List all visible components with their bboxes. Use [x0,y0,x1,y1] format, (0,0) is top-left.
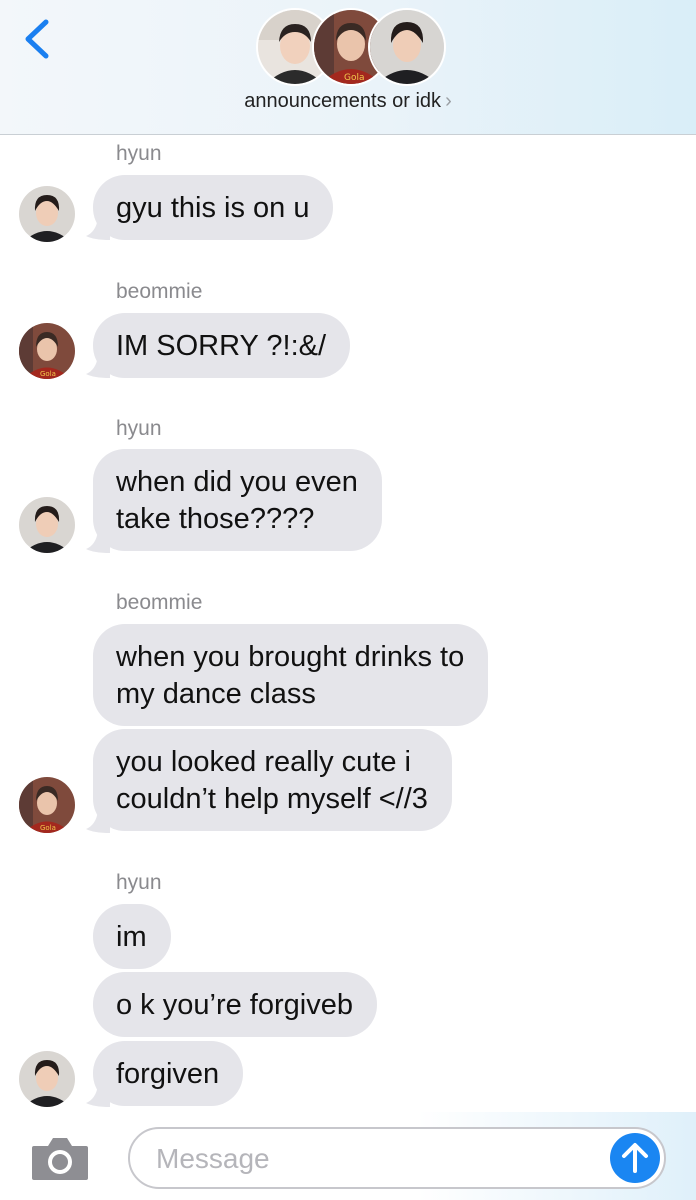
message-text: forgiven [116,1058,220,1090]
group-name[interactable]: announcements or idk › [0,90,696,113]
arrow-up-icon [622,1143,648,1173]
message-text: im [116,921,147,953]
avatar[interactable] [19,497,75,553]
message-bubble[interactable]: when did you even take those???? [93,449,382,551]
message-text: you looked really cute i [116,746,411,778]
message-text: gyu this is on u [116,192,310,224]
message-text: IM SORRY ?!:&/ [116,330,327,362]
message-bubble[interactable]: IM SORRY ?!:&/ [93,313,351,378]
avatar[interactable]: Gola [19,777,75,833]
message-input[interactable]: Message [128,1127,666,1189]
message-text: when you brought drinks to [116,641,465,673]
avatar[interactable] [19,186,75,242]
send-button[interactable] [610,1133,660,1183]
svg-text:Gola: Gola [40,824,56,832]
message-bubble[interactable]: when you brought drinks to my dance clas… [93,624,489,726]
chevron-right-icon: › [445,90,452,112]
sender-name: hyun [116,871,162,894]
sender-name: beommie [116,280,203,303]
sender-name: hyun [116,417,162,440]
camera-icon[interactable] [30,1134,90,1182]
group-avatars[interactable]: Gola [256,8,446,86]
message-text: my dance class [116,678,316,710]
sender-name: beommie [116,591,203,614]
message-bubble[interactable]: o k you’re forgiveb [93,972,377,1037]
message-text: take those???? [116,503,315,535]
message-placeholder: Message [156,1143,270,1174]
avatar [368,8,446,86]
message-bubble[interactable]: im [93,904,171,969]
message-text: o k you’re forgiveb [116,989,353,1021]
svg-text:Gola: Gola [344,73,365,83]
sender-name: hyun [116,142,162,165]
group-name-label: announcements or idk [244,90,442,112]
message-text: couldn’t help myself <//3 [116,783,428,815]
svg-text:Gola: Gola [40,370,56,378]
message-bubble[interactable]: you looked really cute i couldn’t help m… [93,729,452,831]
message-bubble[interactable]: gyu this is on u [93,175,334,240]
message-text: when did you even [116,466,358,498]
conversation-header: Gola announcements or idk › [0,0,696,135]
message-composer: Message [0,1112,696,1200]
avatar[interactable] [19,1051,75,1107]
avatar[interactable]: Gola [19,323,75,379]
chevron-left-icon[interactable] [18,14,58,64]
message-bubble[interactable]: forgiven [93,1041,244,1106]
